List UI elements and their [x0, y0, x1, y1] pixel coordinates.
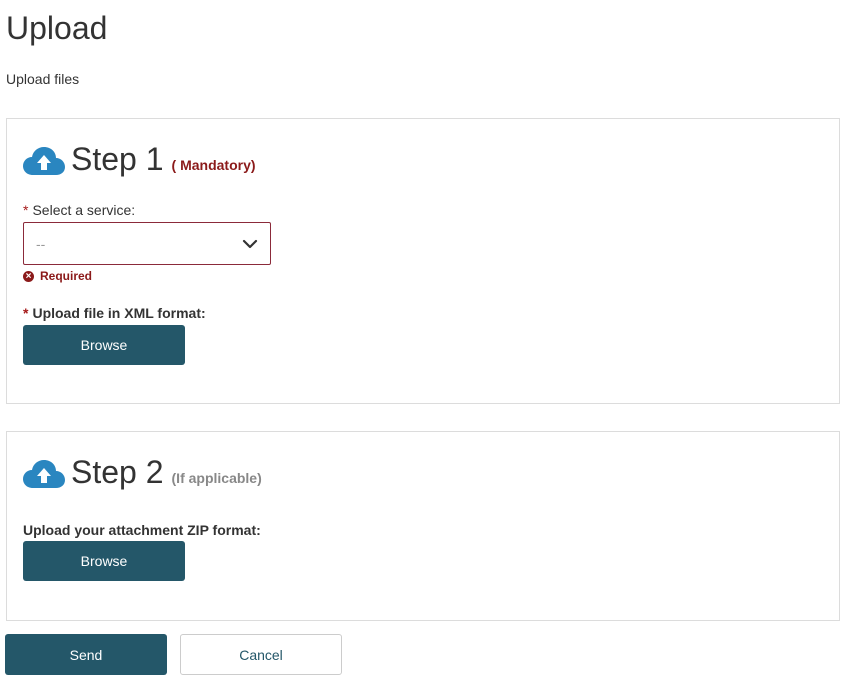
step-1-title: Step 1 [71, 141, 164, 177]
chevron-down-icon [242, 239, 258, 249]
cancel-button[interactable]: Cancel [180, 634, 342, 675]
required-marker: * [23, 305, 29, 321]
xml-upload-label: * Upload file in XML format: [23, 305, 206, 321]
service-error-text: Required [40, 269, 93, 283]
service-select[interactable]: -- [23, 222, 271, 265]
step-1-header: Step 1 ( Mandatory) [23, 141, 256, 178]
page-subtitle: Upload files [6, 71, 80, 87]
step-1-mandatory-note: ( Mandatory) [171, 157, 256, 173]
service-error: × Required [23, 269, 92, 283]
step-2-title: Step 2 [71, 454, 164, 490]
browse-xml-button[interactable]: Browse [23, 325, 185, 365]
xml-upload-label-text: Upload file in XML format: [32, 305, 206, 321]
step-1-panel: Step 1 ( Mandatory) * Select a service: -… [6, 118, 840, 404]
service-label: * Select a service: [23, 202, 135, 218]
service-select-value: -- [36, 235, 46, 252]
page-title: Upload [6, 10, 108, 46]
step-2-header: Step 2 (If applicable) [23, 454, 262, 491]
zip-upload-label: Upload your attachment ZIP format: [23, 522, 261, 538]
step-2-optional-note: (If applicable) [171, 470, 262, 486]
cloud-upload-icon [23, 146, 65, 175]
required-marker: * [23, 202, 29, 218]
service-label-text: Select a service: [32, 202, 136, 218]
send-button[interactable]: Send [5, 634, 167, 675]
error-icon: × [23, 270, 34, 282]
cloud-upload-icon [23, 459, 65, 488]
browse-zip-button[interactable]: Browse [23, 541, 185, 581]
step-2-panel: Step 2 (If applicable) Upload your attac… [6, 431, 840, 621]
